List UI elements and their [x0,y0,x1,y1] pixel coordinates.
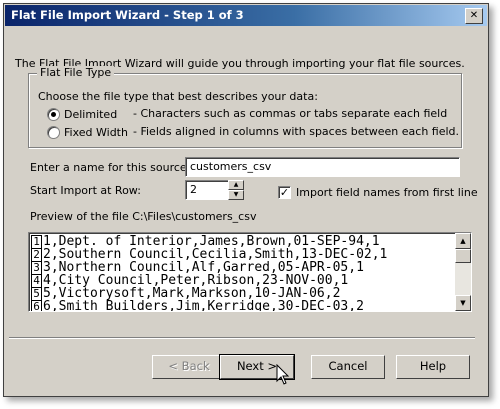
start-row-spinner[interactable]: ▲ ▼ [228,180,244,200]
start-row-input[interactable]: 2 [185,180,229,200]
source-name-value: customers_csv [190,160,272,173]
file-type-group-label: Flat File Type [37,66,115,79]
source-name-input[interactable]: customers_csv [185,157,460,177]
row-text: 6,Smith Builders,Jim,Kerridge,30-DEC-03,… [43,299,364,312]
radio-fixed-width[interactable] [47,126,60,139]
radio-fixed-width-label[interactable]: Fixed Width [64,126,128,139]
spin-up-icon[interactable]: ▲ [228,180,244,190]
window-title: Flat File Import Wizard - Step 1 of 3 [11,8,244,22]
start-row-label: Start Import at Row: [30,184,141,197]
start-row-value: 2 [190,183,197,196]
checkmark-icon: ✓ [279,186,290,199]
row-number: 4 [31,274,42,288]
scroll-down-icon[interactable]: ▼ [455,295,471,311]
field-names-label[interactable]: Import field names from first line [296,186,478,199]
field-names-checkbox[interactable]: ✓ [278,186,291,199]
row-number: 5 [31,287,42,301]
row-number: 1 [31,235,42,249]
source-name-label: Enter a name for this source: [30,161,191,174]
button-separator [9,337,475,339]
scroll-thumb[interactable] [455,249,471,263]
preview-scrollbar[interactable]: ▲ ▼ [455,233,471,311]
preview-row: 6 6,Smith Builders,Jim,Kerridge,30-DEC-03… [31,299,364,312]
title-bar[interactable]: Flat File Import Wizard - Step 1 of 3 ✕ [5,5,487,26]
preview-label: Preview of the file C:\Files\customers_c… [30,210,257,223]
mouse-pointer-icon [276,364,290,385]
radio-delimited-description: - Characters such as commas or tabs sepa… [133,107,448,120]
file-preview[interactable]: 1 1,Dept. of Interior,James,Brown,01-SEP-… [28,232,472,312]
scroll-up-icon[interactable]: ▲ [455,233,471,249]
row-number: 3 [31,261,42,275]
radio-delimited[interactable] [47,108,60,121]
spin-down-icon[interactable]: ▼ [228,190,244,200]
radio-delimited-label[interactable]: Delimited [64,108,117,121]
file-type-prompt: Choose the file type that best describes… [38,90,318,103]
radio-fixed-width-description: - Fields aligned in columns with spaces … [133,125,460,138]
close-icon: ✕ [469,10,479,21]
row-number: 2 [31,248,42,262]
cancel-button[interactable]: Cancel [311,355,385,379]
back-button[interactable]: < Back [152,355,226,379]
help-button[interactable]: Help [396,355,470,379]
close-button[interactable]: ✕ [465,8,483,24]
row-number: 6 [31,300,42,311]
